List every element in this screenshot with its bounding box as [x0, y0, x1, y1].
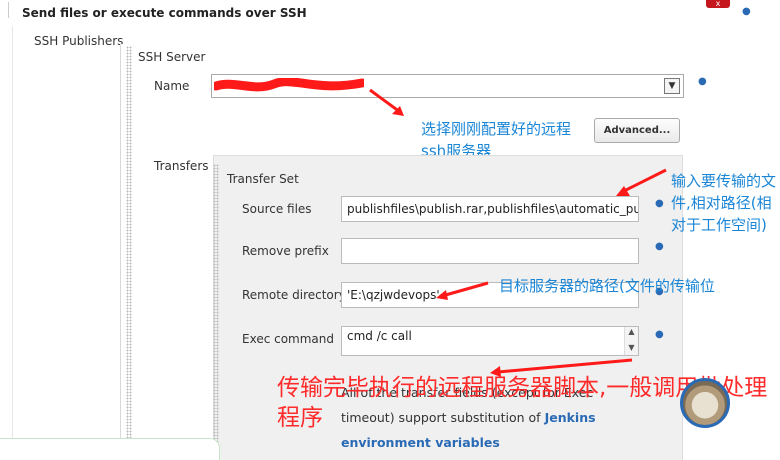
ssh-server-heading: SSH Server	[138, 50, 206, 64]
advanced-button[interactable]: Advanced...	[594, 118, 680, 143]
exec-command-value: cmd /c call	[347, 329, 412, 343]
annotation-arrow	[369, 88, 404, 116]
remote-directory-label: Remote directory	[242, 288, 346, 302]
drag-handle-icon[interactable]	[126, 46, 132, 456]
help-dot-icon[interactable]: ●	[655, 329, 664, 340]
remove-prefix-label: Remove prefix	[242, 244, 329, 258]
help-dot-icon[interactable]: ●	[655, 241, 664, 252]
help-dot-icon[interactable]: ●	[698, 76, 707, 87]
transfers-label: Transfers	[154, 159, 209, 173]
left-border	[12, 26, 13, 460]
ssh-publishers-label: SSH Publishers	[34, 34, 124, 48]
annotation-input-files: 输入要传输的文件,相对路径(相对于工作空间)	[671, 172, 777, 234]
section-title: Send files or execute commands over SSH	[22, 6, 307, 20]
redaction-scribble	[214, 78, 364, 92]
source-files-input[interactable]: publishfiles\publish.rar,publishfiles\au…	[341, 196, 639, 222]
exec-command-textarea[interactable]: cmd /c call ▲ ▼	[341, 326, 639, 356]
textarea-scrollbar[interactable]: ▲ ▼	[624, 327, 638, 355]
transfer-set-heading: Transfer Set	[227, 172, 299, 186]
annotation-arrow	[436, 281, 489, 300]
bottom-strip	[0, 438, 220, 460]
scroll-down-icon[interactable]: ▼	[625, 343, 638, 353]
avatar[interactable]	[680, 378, 730, 428]
annotation-target-path: 目标服务器的路径(文件的传输位	[499, 277, 715, 295]
section-header-icon	[8, 2, 16, 18]
help-dot-icon[interactable]: ●	[742, 6, 751, 17]
exec-command-label: Exec command	[242, 332, 335, 346]
chevron-down-icon[interactable]: ▼	[664, 78, 680, 94]
close-icon[interactable]: x	[706, 0, 730, 8]
drag-handle-icon[interactable]	[213, 164, 219, 460]
scroll-up-icon[interactable]: ▲	[625, 327, 638, 337]
help-dot-icon[interactable]: ●	[655, 198, 664, 209]
remove-prefix-input[interactable]	[341, 238, 639, 264]
annotation-arrow	[616, 168, 667, 196]
source-files-label: Source files	[242, 202, 312, 216]
name-label: Name	[154, 79, 190, 93]
